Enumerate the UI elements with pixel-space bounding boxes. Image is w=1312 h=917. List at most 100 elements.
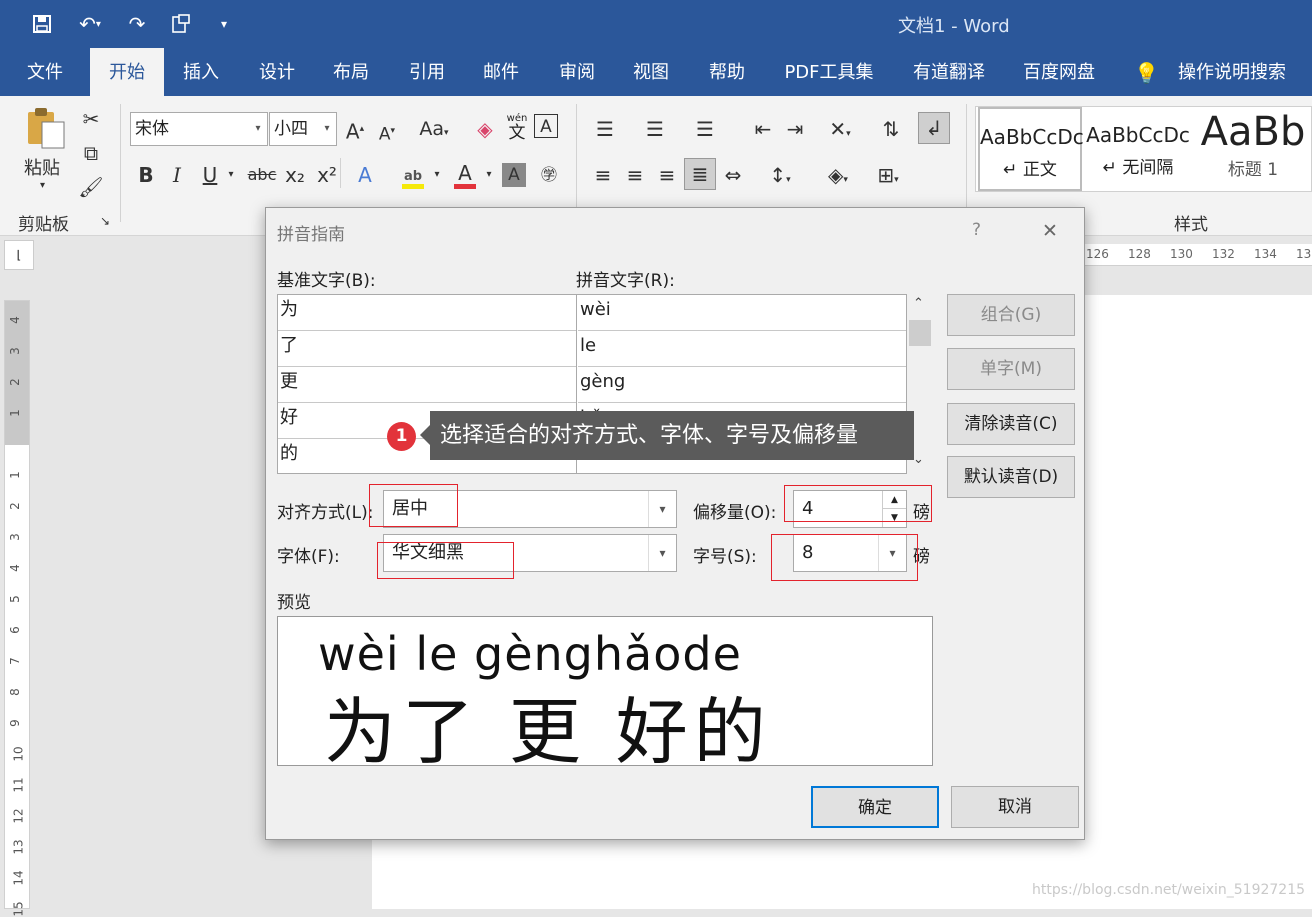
highlight-dropdown-icon[interactable]: ▾ [430, 160, 444, 190]
undo-icon[interactable]: ↶ ▾ [70, 10, 110, 38]
char-border-icon[interactable]: A [534, 114, 558, 138]
paste-label[interactable]: 粘贴 [24, 154, 60, 180]
help-icon[interactable]: ? [972, 220, 981, 240]
paste-icon[interactable] [24, 106, 68, 150]
style-heading-1[interactable]: AaBb 标题 1 [1194, 107, 1312, 191]
shrink-font-icon[interactable]: A▾ [372, 116, 402, 146]
tab-baidu-pan[interactable]: 百度网盘 [1016, 48, 1102, 96]
clear-formatting-icon[interactable]: ◈ [470, 114, 500, 144]
enclose-char-icon[interactable]: ㊫ [534, 160, 564, 190]
scroll-up-icon[interactable]: ⌃ [913, 296, 924, 311]
highlight-icon[interactable]: ab [398, 158, 428, 189]
multilevel-list-icon[interactable]: ☰ [690, 114, 720, 144]
numbering-icon[interactable]: ☰ [640, 114, 670, 144]
sort-icon[interactable]: ⇅ [876, 114, 906, 144]
tab-view[interactable]: 视图 [620, 48, 682, 96]
tab-youdao[interactable]: 有道翻译 [906, 48, 992, 96]
increase-indent-icon[interactable]: ⇥ [780, 114, 810, 144]
ruler-label: 134 [1254, 247, 1277, 261]
style-normal[interactable]: AaBbCcDc ↵ 正文 [978, 107, 1084, 191]
dialog-launcher-icon[interactable]: ↘ [100, 214, 110, 228]
tab-pdf-tools[interactable]: PDF工具集 [778, 48, 880, 96]
ruby-cell[interactable]: le [578, 331, 906, 367]
align-left-icon[interactable]: ≡ [588, 160, 618, 190]
save-icon[interactable] [28, 10, 56, 38]
tab-references[interactable]: 引用 [396, 48, 458, 96]
font-color-dropdown-icon[interactable]: ▾ [482, 160, 496, 190]
ruby-cell[interactable]: wèi [578, 295, 906, 331]
change-case-label: Aa [419, 118, 445, 140]
chevron-down-icon[interactable]: ▾ [249, 113, 267, 145]
italic-icon[interactable]: I [162, 160, 192, 190]
single-char-button[interactable]: 单字(M) [947, 348, 1075, 390]
align-right-icon[interactable]: ≡ [652, 160, 682, 190]
borders-icon[interactable]: ⊞▾ [866, 160, 910, 190]
ruler-label: 1 [7, 409, 22, 417]
tell-me-search[interactable]: 操作说明搜索 [1170, 48, 1294, 96]
shading-icon[interactable]: ◈▾ [816, 160, 860, 190]
phonetic-guide-icon[interactable]: wén 文 [502, 112, 532, 146]
change-case-icon[interactable]: Aa▾ [414, 114, 454, 144]
subscript-icon[interactable]: x₂ [280, 160, 310, 190]
tab-review[interactable]: 审阅 [546, 48, 608, 96]
tab-mailings[interactable]: 邮件 [470, 48, 532, 96]
decrease-indent-icon[interactable]: ⇤ [748, 114, 778, 144]
format-painter-icon[interactable]: 🖌 [76, 172, 106, 202]
tab-home[interactable]: 开始 [90, 48, 164, 96]
style-sample: AaBb [1200, 109, 1306, 155]
style-name: 标题 1 [1227, 160, 1279, 180]
font-size-box[interactable]: 小四 ▾ [269, 112, 337, 146]
bullets-icon[interactable]: ☰ [590, 114, 620, 144]
ruby-cell[interactable]: gèng [578, 367, 906, 403]
line-spacing-icon[interactable]: ↕▾ [758, 160, 802, 190]
tab-selector[interactable]: ⌊ [4, 240, 34, 270]
ruler-label: 12 [11, 808, 26, 824]
alignment-label: 对齐方式(L): [277, 503, 374, 523]
ok-button[interactable]: 确定 [811, 786, 939, 828]
chinese-layout-icon[interactable]: ✕▾ [820, 114, 860, 144]
ruler-label: 9 [7, 719, 22, 727]
show-marks-icon[interactable]: ↲ [918, 112, 950, 144]
tab-layout[interactable]: 布局 [320, 48, 382, 96]
styles-group-label: 样式 [1174, 215, 1208, 235]
ruler-label: 132 [1212, 247, 1235, 261]
tab-design[interactable]: 设计 [246, 48, 308, 96]
base-cell[interactable]: 为 [278, 295, 576, 331]
cancel-button[interactable]: 取消 [951, 786, 1079, 828]
chevron-down-icon[interactable]: ▾ [648, 535, 676, 571]
font-color-icon[interactable]: A [450, 158, 480, 189]
base-cell[interactable]: 更 [278, 367, 576, 403]
clear-reading-button[interactable]: 清除读音(C) [947, 403, 1075, 445]
default-reading-button[interactable]: 默认读音(D) [947, 456, 1075, 498]
char-shading-icon[interactable]: A [502, 163, 526, 187]
tab-file[interactable]: 文件 [14, 48, 76, 96]
scroll-thumb[interactable] [909, 320, 931, 346]
grow-font-icon[interactable]: A▴ [340, 114, 370, 144]
distributed-icon[interactable]: ⇔ [718, 160, 748, 190]
justify-icon[interactable]: ≣ [684, 158, 716, 190]
superscript-icon[interactable]: x² [312, 160, 342, 190]
copy-icon[interactable]: ⧉ [76, 138, 106, 168]
highlight-box [369, 484, 458, 527]
chevron-down-icon[interactable]: ▾ [648, 491, 676, 527]
underline-dropdown-icon[interactable]: ▾ [224, 160, 238, 190]
bold-icon[interactable]: B [131, 160, 161, 190]
scroll-down-icon[interactable]: ⌄ [913, 452, 924, 467]
customize-qat-icon[interactable]: ▾ [214, 10, 234, 38]
format-painter-qat-icon[interactable] [166, 10, 196, 38]
chevron-down-icon[interactable]: ▾ [318, 113, 336, 145]
close-icon[interactable]: ✕ [1042, 220, 1058, 242]
paste-dropdown-icon[interactable]: ▾ [40, 180, 45, 191]
tab-help[interactable]: 帮助 [696, 48, 758, 96]
strikethrough-icon[interactable]: abc [244, 160, 280, 190]
text-effects-icon[interactable]: A [350, 160, 380, 190]
style-no-spacing[interactable]: AaBbCcDc ↵ 无间隔 [1086, 107, 1190, 191]
tab-insert[interactable]: 插入 [170, 48, 232, 96]
underline-icon[interactable]: U [195, 160, 225, 190]
group-button[interactable]: 组合(G) [947, 294, 1075, 336]
redo-icon[interactable]: ↷ [122, 10, 152, 38]
cut-icon[interactable]: ✂ [76, 104, 106, 134]
font-name-box[interactable]: 宋体 ▾ [130, 112, 268, 146]
align-center-icon[interactable]: ≡ [620, 160, 650, 190]
base-cell[interactable]: 了 [278, 331, 576, 367]
